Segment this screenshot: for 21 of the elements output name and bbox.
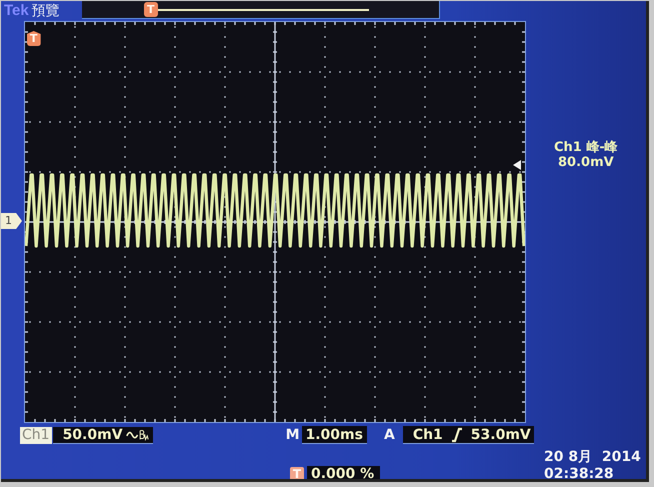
coupling-bandwidth-icon (126, 428, 149, 442)
acquisition-mode: 預覽 (32, 2, 60, 20)
trigger-position-marker: T (290, 467, 304, 479)
rising-edge-icon (450, 426, 463, 442)
trigger-position: 0.000 % (311, 466, 374, 479)
channel-label: Ch1 (20, 426, 52, 444)
measurement-value: 80.0mV (558, 155, 614, 170)
time: 02:38:28 (544, 466, 615, 479)
brand-logo: Tek (4, 2, 29, 19)
trigger-marker: T (144, 2, 158, 17)
timebase-label: M (286, 427, 300, 443)
trigger-level: 53.0mV (470, 426, 531, 442)
date: 20 8月 2014 (544, 449, 641, 466)
trigger-marker: T (26, 31, 41, 46)
trigger-source: Ch1 (412, 426, 443, 442)
vertical-scale: 50.0mV (62, 426, 123, 442)
timebase-value: 1.00ms (306, 426, 363, 442)
channel-marker: 1 (1, 213, 22, 229)
measurement-label: Ch1 峰-峰 (554, 140, 618, 155)
trigger-level-arrow-icon (512, 160, 521, 170)
trigger-mode: A (384, 427, 395, 443)
